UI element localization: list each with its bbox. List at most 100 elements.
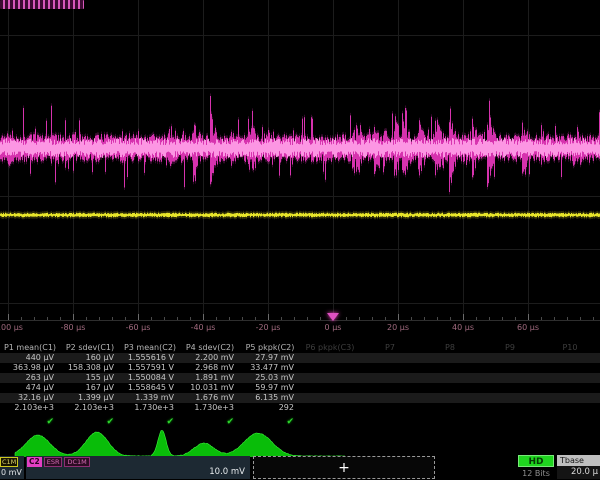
measurement-trend-strip <box>0 429 600 458</box>
measure-value-cell <box>360 393 420 403</box>
time-tick-label: -60 µs <box>126 323 151 332</box>
measure-value-cell <box>540 393 600 403</box>
time-tick-label: 40 µs <box>452 323 474 332</box>
measure-value-cell: 363.98 µV <box>0 363 60 373</box>
measure-value-cell: 2.200 mV <box>180 353 240 363</box>
measurement-table: P1 mean(C1)P2 sdev(C1)P3 mean(C2)P4 sdev… <box>0 342 600 428</box>
c2-channel-badge: C2 <box>27 457 42 467</box>
timebase-title: Tbase <box>557 455 600 466</box>
measure-value-cell <box>360 373 420 383</box>
time-tick-label: 20 µs <box>387 323 409 332</box>
measure-value-cell: 32.16 µV <box>0 393 60 403</box>
measure-value-cell: 263 µV <box>0 373 60 383</box>
measure-value-cell: 10.031 mV <box>180 383 240 393</box>
measure-value-cell <box>540 383 600 393</box>
measure-header-p10[interactable]: P10 <box>540 342 600 353</box>
measure-value-cell: 1.557591 V <box>120 363 180 373</box>
measure-value-cell <box>300 353 360 363</box>
time-tick-label: -40 µs <box>191 323 216 332</box>
timebase-descriptor-box[interactable]: Tbase 20.0 µ <box>557 455 600 479</box>
measure-value-cell <box>480 383 540 393</box>
c2-coupling-badge: DC1M <box>64 457 89 467</box>
measure-header-p1[interactable]: P1 mean(C1) <box>0 342 60 353</box>
status-empty-cell <box>360 416 420 428</box>
table-row: 263 µV155 µV1.550084 V1.891 mV25.03 mV <box>0 373 600 383</box>
table-row: ✔✔✔✔✔ <box>0 416 600 428</box>
measure-value-cell <box>540 403 600 413</box>
measure-value-cell <box>300 373 360 383</box>
c1-scale-value: 0 mV <box>1 468 22 477</box>
measure-value-cell: 33.477 mV <box>240 363 300 373</box>
measure-value-cell: 155 µV <box>60 373 120 383</box>
c2-badge-row: C2 ESR DC1M <box>27 457 90 467</box>
c1-coupling-badge: C1M <box>0 457 18 467</box>
measure-header-p4[interactable]: P4 sdev(C2) <box>180 342 240 353</box>
status-check-icon: ✔ <box>60 416 120 428</box>
status-empty-cell <box>420 416 480 428</box>
measure-value-cell <box>300 363 360 373</box>
measure-header-p5[interactable]: P5 pkpk(C2) <box>240 342 300 353</box>
measure-value-cell: 440 µV <box>0 353 60 363</box>
measure-header-p2[interactable]: P2 sdev(C1) <box>60 342 120 353</box>
measure-value-cell <box>360 383 420 393</box>
status-check-icon: ✔ <box>120 416 180 428</box>
measure-value-cell <box>300 383 360 393</box>
measure-header-p3[interactable]: P3 mean(C2) <box>120 342 180 353</box>
measure-value-cell <box>540 363 600 373</box>
waveform-display-area[interactable] <box>0 0 600 322</box>
measure-header-p9[interactable]: P9 <box>480 342 540 353</box>
measure-value-cell <box>300 393 360 403</box>
measure-header-p7[interactable]: P7 <box>360 342 420 353</box>
plus-icon: + <box>338 461 350 475</box>
measure-value-cell <box>480 353 540 363</box>
measure-value-cell: 1.558645 V <box>120 383 180 393</box>
measure-value-cell: 292 <box>240 403 300 413</box>
status-empty-cell <box>480 416 540 428</box>
measure-value-cell: 158.308 µV <box>60 363 120 373</box>
oscilloscope-screen: -100 µs -80 µs -60 µs -40 µs -20 µs 0 µs 20 µs… <box>0 0 600 480</box>
measure-value-cell: 160 µV <box>60 353 120 363</box>
table-row: 440 µV160 µV1.555616 V2.200 mV27.97 mV <box>0 353 600 363</box>
table-row: 32.16 µV1.399 µV1.339 mV1.676 mV6.135 mV <box>0 393 600 403</box>
measure-value-cell <box>420 403 480 413</box>
time-tick-label: -80 µs <box>61 323 86 332</box>
table-row: 363.98 µV158.308 µV1.557591 V2.968 mV33.… <box>0 363 600 373</box>
measure-value-cell: 1.730e+3 <box>120 403 180 413</box>
measure-value-cell <box>420 363 480 373</box>
timebase-value: 20.0 µ <box>557 466 600 479</box>
measure-value-cell <box>420 353 480 363</box>
time-tick-label: -20 µs <box>256 323 281 332</box>
add-trace-button[interactable]: + <box>253 456 435 479</box>
channel1-descriptor-box[interactable]: C1M 0 mV <box>0 456 24 479</box>
hd-bits-label: 12 Bits <box>514 469 558 478</box>
measure-value-cell: 2.103e+3 <box>0 403 60 413</box>
status-check-icon: ✔ <box>240 416 300 428</box>
hd-mode-badge[interactable]: HD <box>518 455 554 467</box>
measure-value-cell <box>540 353 600 363</box>
measure-value-cell <box>480 403 540 413</box>
table-row: 474 µV167 µV1.558645 V10.031 mV59.97 mV <box>0 383 600 393</box>
measure-value-cell: 1.550084 V <box>120 373 180 383</box>
channel2-descriptor-box[interactable]: C2 ESR DC1M 10.0 mV <box>26 456 250 479</box>
c2-esr-badge: ESR <box>44 457 63 467</box>
measure-value-cell <box>480 393 540 403</box>
measure-header-p6[interactable]: P6 pkpk(C3) <box>300 342 360 353</box>
measure-value-cell: 1.399 µV <box>60 393 120 403</box>
trigger-position-marker[interactable] <box>327 313 339 321</box>
measure-value-cell: 1.676 mV <box>180 393 240 403</box>
time-tick-label: -100 µs <box>0 323 23 332</box>
measure-value-cell: 167 µV <box>60 383 120 393</box>
measure-value-cell: 474 µV <box>0 383 60 393</box>
status-check-icon: ✔ <box>180 416 240 428</box>
time-tick-label: 0 µs <box>325 323 342 332</box>
measure-value-cell: 1.555616 V <box>120 353 180 363</box>
measure-value-cell <box>420 393 480 403</box>
status-check-icon: ✔ <box>0 416 60 428</box>
measure-value-cell <box>540 373 600 383</box>
measure-value-cell <box>420 373 480 383</box>
measure-value-cell <box>480 373 540 383</box>
c2-scale-value: 10.0 mV <box>209 467 245 477</box>
time-axis-labels: -100 µs -80 µs -60 µs -40 µs -20 µs 0 µs 20 µs… <box>0 323 600 335</box>
measure-header-p8[interactable]: P8 <box>420 342 480 353</box>
measure-value-cell <box>360 353 420 363</box>
